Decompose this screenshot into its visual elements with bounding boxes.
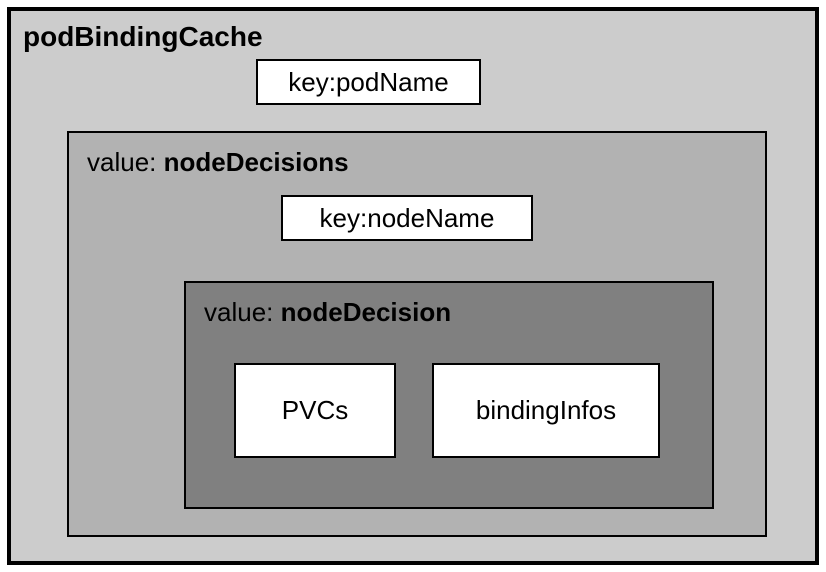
middle-key-value: nodeName [367,203,494,234]
middle-value-prefix: value: [87,147,164,177]
node-decisions-container: value: nodeDecisions key: nodeName value… [67,131,767,537]
inner-value-name: nodeDecision [281,297,451,327]
node-decision-title: value: nodeDecision [204,297,451,328]
node-decisions-title: value: nodeDecisions [87,147,349,178]
middle-key-box: key: nodeName [281,195,533,241]
middle-value-name: nodeDecisions [164,147,349,177]
pvcs-box: PVCs [234,363,396,458]
outer-key-value: podName [336,67,449,98]
pod-binding-cache-container: podBindingCache key: podName value: node… [7,7,819,565]
pod-binding-cache-title: podBindingCache [23,21,263,53]
middle-key-prefix: key: [320,203,368,234]
outer-key-prefix: key: [288,67,336,98]
outer-key-box: key: podName [256,59,481,105]
binding-infos-box: bindingInfos [432,363,660,458]
inner-value-prefix: value: [204,297,281,327]
node-decision-container: value: nodeDecision PVCs bindingInfos [184,281,714,509]
